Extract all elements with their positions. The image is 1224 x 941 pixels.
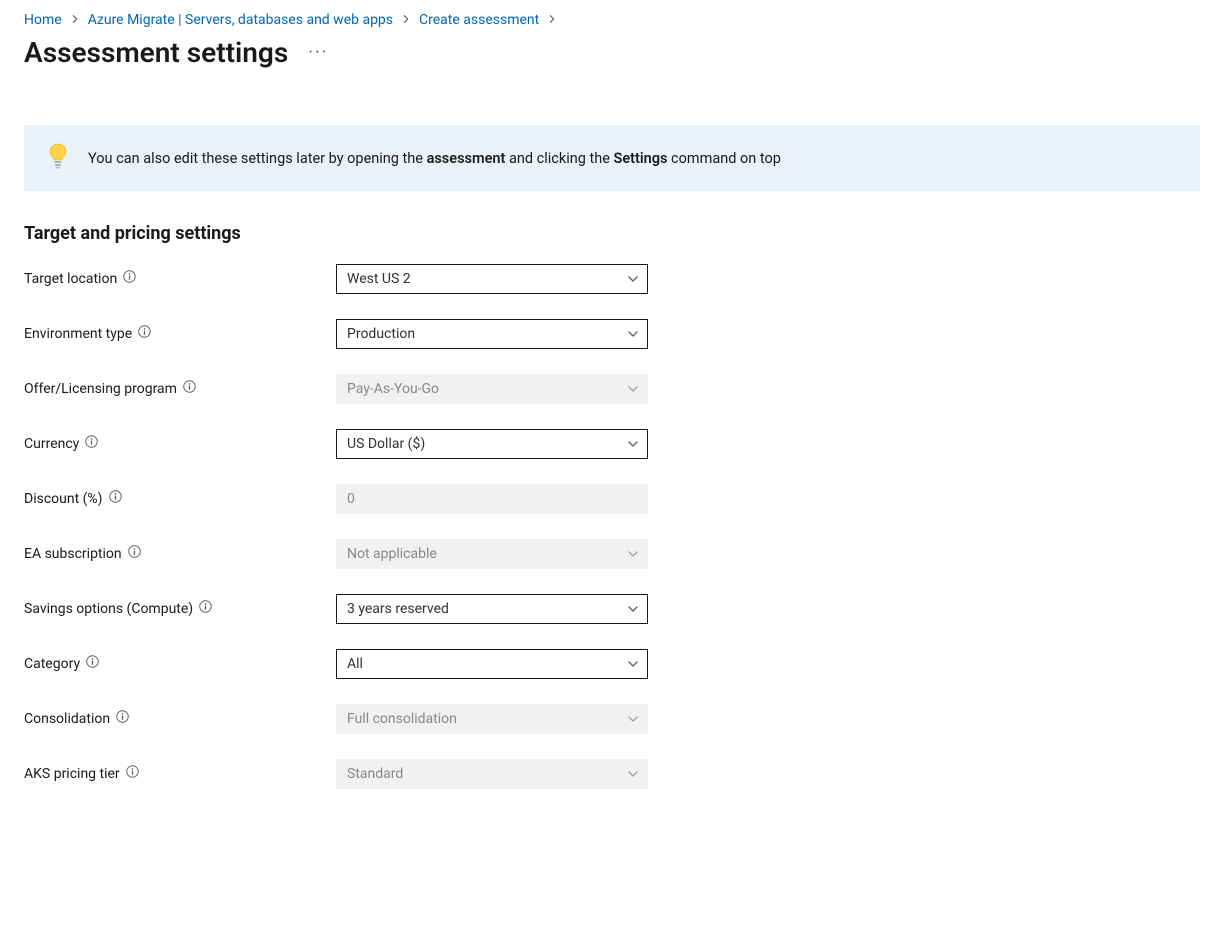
more-actions-button[interactable]: ···: [304, 38, 332, 67]
label-text: Consolidation: [24, 711, 110, 727]
row-ea-subscription: EA subscription Not applicable: [24, 539, 1200, 594]
input-discount-pct: [336, 484, 648, 514]
select-environment-type[interactable]: Production: [336, 319, 648, 349]
select-value: Standard: [347, 766, 637, 782]
label-text: Offer/Licensing program: [24, 381, 177, 397]
label-text: Environment type: [24, 326, 132, 342]
select-ea-subscription: Not applicable: [336, 539, 648, 569]
label-environment-type: Environment type: [24, 319, 336, 342]
chevron-down-icon: [627, 658, 639, 670]
chevron-right-icon: [547, 12, 557, 28]
chevron-down-icon: [627, 713, 639, 725]
row-target-location: Target location West US 2: [24, 264, 1200, 319]
label-category: Category: [24, 649, 336, 672]
chevron-right-icon: [401, 12, 411, 28]
select-consolidation: Full consolidation: [336, 704, 648, 734]
breadcrumb-azure-migrate[interactable]: Azure Migrate | Servers, databases and w…: [88, 12, 393, 28]
label-consolidation: Consolidation: [24, 704, 336, 727]
info-icon[interactable]: [183, 380, 196, 397]
select-category[interactable]: All: [336, 649, 648, 679]
info-bar-bold1: assessment: [427, 150, 506, 167]
label-aks-pricing-tier: AKS pricing tier: [24, 759, 336, 782]
info-bar: You can also edit these settings later b…: [24, 125, 1200, 191]
breadcrumb: Home Azure Migrate | Servers, databases …: [24, 12, 1200, 28]
label-discount-pct: Discount (%): [24, 484, 336, 507]
label-text: Category: [24, 656, 80, 672]
chevron-down-icon: [627, 768, 639, 780]
info-icon[interactable]: [138, 325, 151, 342]
row-environment-type: Environment type Production: [24, 319, 1200, 374]
chevron-right-icon: [70, 12, 80, 28]
label-ea-subscription: EA subscription: [24, 539, 336, 562]
select-value: US Dollar ($): [347, 436, 637, 452]
page-title: Assessment settings: [24, 36, 288, 69]
label-target-location: Target location: [24, 264, 336, 287]
label-text: AKS pricing tier: [24, 766, 120, 782]
label-text: Discount (%): [24, 491, 103, 507]
label-text: Savings options (Compute): [24, 601, 193, 617]
chevron-down-icon: [627, 603, 639, 615]
info-icon[interactable]: [126, 765, 139, 782]
info-bar-mid: and clicking the: [505, 150, 613, 167]
info-icon[interactable]: [123, 270, 136, 287]
breadcrumb-create-assessment[interactable]: Create assessment: [419, 12, 539, 28]
title-row: Assessment settings ···: [24, 36, 1200, 69]
row-consolidation: Consolidation Full consolidation: [24, 704, 1200, 759]
chevron-down-icon: [627, 383, 639, 395]
chevron-down-icon: [627, 273, 639, 285]
select-value: West US 2: [347, 271, 637, 287]
label-text: Target location: [24, 271, 117, 287]
label-text: EA subscription: [24, 546, 122, 562]
info-icon[interactable]: [86, 655, 99, 672]
info-icon[interactable]: [109, 490, 122, 507]
label-savings-options: Savings options (Compute): [24, 594, 336, 617]
row-offer-licensing: Offer/Licensing program Pay-As-You-Go: [24, 374, 1200, 429]
select-savings-options[interactable]: 3 years reserved: [336, 594, 648, 624]
select-value: All: [347, 656, 637, 672]
select-aks-pricing-tier: Standard: [336, 759, 648, 789]
label-offer-licensing: Offer/Licensing program: [24, 374, 336, 397]
select-target-location[interactable]: West US 2: [336, 264, 648, 294]
info-bar-text: You can also edit these settings later b…: [88, 150, 781, 167]
chevron-down-icon: [627, 328, 639, 340]
chevron-down-icon: [627, 438, 639, 450]
section-heading-target-pricing: Target and pricing settings: [24, 223, 1200, 244]
label-text: Currency: [24, 436, 79, 452]
row-currency: Currency US Dollar ($): [24, 429, 1200, 484]
breadcrumb-home[interactable]: Home: [24, 12, 62, 28]
row-aks-pricing-tier: AKS pricing tier Standard: [24, 759, 1200, 814]
select-value: Production: [347, 326, 637, 342]
info-bar-prefix: You can also edit these settings later b…: [88, 150, 427, 167]
lightbulb-icon: [48, 143, 68, 173]
select-currency[interactable]: US Dollar ($): [336, 429, 648, 459]
info-icon[interactable]: [116, 710, 129, 727]
select-value: Not applicable: [347, 546, 637, 562]
row-category: Category All: [24, 649, 1200, 704]
label-currency: Currency: [24, 429, 336, 452]
chevron-down-icon: [627, 548, 639, 560]
info-icon[interactable]: [85, 435, 98, 452]
row-discount-pct: Discount (%): [24, 484, 1200, 539]
info-icon[interactable]: [128, 545, 141, 562]
info-icon[interactable]: [199, 600, 212, 617]
select-value: Full consolidation: [347, 711, 637, 727]
form-rows: Target location West US 2 Environment ty…: [24, 264, 1200, 814]
row-savings-options: Savings options (Compute) 3 years reserv…: [24, 594, 1200, 649]
info-bar-suffix: command on top: [667, 150, 780, 167]
select-offer-licensing: Pay-As-You-Go: [336, 374, 648, 404]
info-bar-bold2: Settings: [613, 150, 667, 167]
select-value: Pay-As-You-Go: [347, 381, 637, 397]
select-value: 3 years reserved: [347, 601, 637, 617]
